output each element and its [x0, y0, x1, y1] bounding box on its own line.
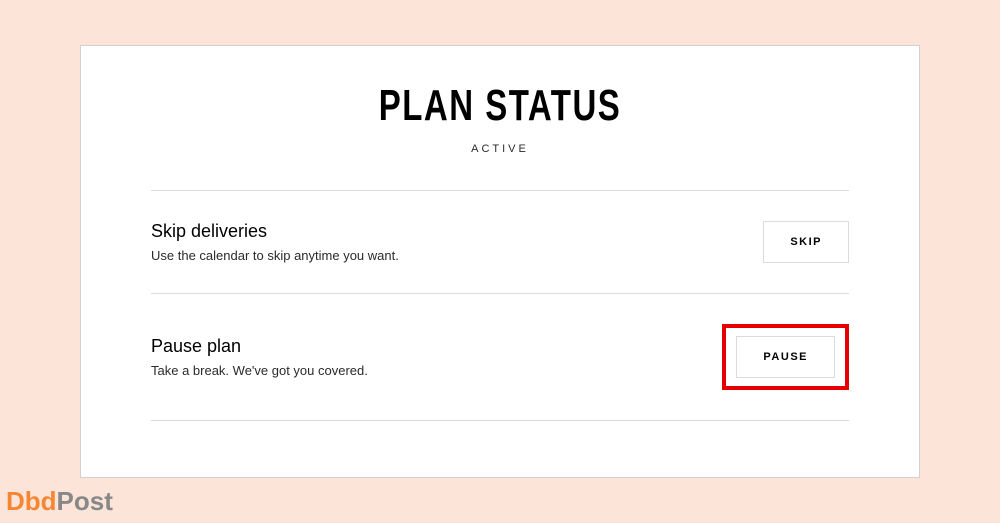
pause-plan-title: Pause plan	[151, 336, 722, 357]
row-text-block: Skip deliveries Use the calendar to skip…	[151, 221, 763, 263]
pause-plan-row: Pause plan Take a break. We've got you c…	[151, 293, 849, 420]
pause-plan-subtitle: Take a break. We've got you covered.	[151, 363, 722, 378]
watermark-part2: Post	[57, 486, 113, 516]
status-badge: ACTIVE	[151, 143, 849, 155]
skip-deliveries-row: Skip deliveries Use the calendar to skip…	[151, 190, 849, 293]
watermark-logo: DbdPost	[6, 486, 113, 517]
skip-deliveries-subtitle: Use the calendar to skip anytime you wan…	[151, 248, 763, 263]
page-title: PLAN STATUS	[238, 81, 762, 131]
skip-button[interactable]: SKIP	[763, 221, 849, 263]
watermark-part1: Dbd	[6, 486, 57, 516]
skip-deliveries-title: Skip deliveries	[151, 221, 763, 242]
plan-status-card: PLAN STATUS ACTIVE Skip deliveries Use t…	[80, 45, 920, 478]
row-text-block: Pause plan Take a break. We've got you c…	[151, 336, 722, 378]
header-section: PLAN STATUS ACTIVE	[151, 81, 849, 190]
pause-button[interactable]: PAUSE	[736, 336, 835, 378]
bottom-divider	[151, 420, 849, 421]
pause-highlight-box: PAUSE	[722, 324, 849, 390]
